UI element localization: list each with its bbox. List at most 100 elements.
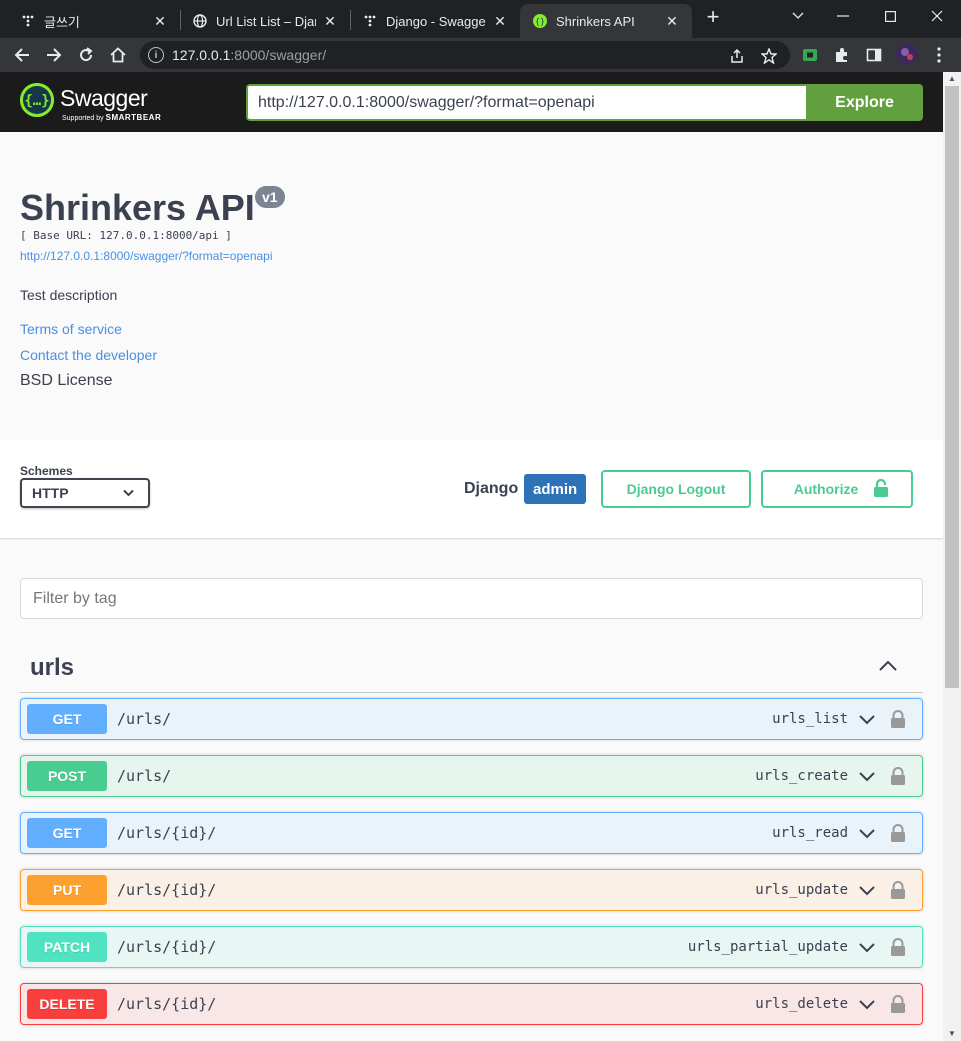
operation-path: /urls/ (117, 710, 172, 728)
swagger-logo-icon[interactable]: {…} (20, 83, 54, 117)
schemes-label: Schemes (20, 464, 73, 478)
api-title: Shrinkers API (20, 187, 255, 228)
url-host: 127.0.0.1 (172, 47, 231, 63)
chevron-up-icon[interactable] (877, 655, 899, 677)
chevron-down-icon[interactable] (858, 825, 876, 843)
close-icon[interactable]: ✕ (152, 13, 168, 30)
browser-toolbar: i 127.0.0.1 :8000/swagger/ (0, 38, 961, 72)
chevron-down-icon[interactable] (858, 996, 876, 1014)
new-tab-button[interactable]: + (702, 6, 724, 28)
window-close-icon[interactable] (914, 0, 960, 32)
operation-path: /urls/{id}/ (117, 824, 217, 842)
browser-tab[interactable]: 글쓰기 ✕ (8, 4, 180, 38)
scrollbar-thumb[interactable] (945, 86, 959, 688)
django-label: Django (464, 480, 519, 497)
lock-icon[interactable] (890, 995, 906, 1013)
spec-link[interactable]: http://127.0.0.1:8000/swagger/?format=op… (20, 249, 273, 263)
operation-id: urls_delete (755, 996, 848, 1012)
operation-id: urls_partial_update (687, 939, 848, 955)
operation-id: urls_list (772, 711, 848, 727)
profile-avatar-icon[interactable] (896, 43, 918, 65)
lock-icon[interactable] (890, 938, 906, 956)
tab-title: Shrinkers API (556, 13, 635, 29)
more-vert-icon[interactable] (930, 46, 948, 64)
operation-path: /urls/ (117, 767, 172, 785)
chevron-down-icon[interactable] (858, 711, 876, 729)
address-bar[interactable]: i 127.0.0.1 :8000/swagger/ (140, 41, 790, 69)
operation-put-urls-update[interactable]: PUT /urls/{id}/ urls_update (20, 869, 923, 911)
site-info-icon[interactable]: i (148, 47, 164, 63)
tag-section-header[interactable]: urls (20, 643, 923, 693)
method-badge: GET (27, 704, 107, 734)
minimize-icon[interactable] (820, 0, 866, 32)
operation-path: /urls/{id}/ (117, 881, 217, 899)
license-text: BSD License (20, 372, 113, 389)
operation-get-urls-list[interactable]: GET /urls/ urls_list (20, 698, 923, 740)
version-badge: v1 (255, 186, 285, 208)
unlocked-icon (874, 478, 889, 500)
close-icon[interactable]: ✕ (664, 13, 680, 30)
bookmark-star-icon[interactable] (760, 47, 778, 65)
method-badge: DELETE (27, 989, 107, 1019)
scroll-up-arrow-icon[interactable]: ▲ (943, 72, 961, 86)
lock-icon[interactable] (890, 767, 906, 785)
svg-text:{}: {} (535, 17, 545, 26)
method-badge: PATCH (27, 932, 107, 962)
globe-icon (192, 13, 208, 29)
chevron-down-icon[interactable] (858, 939, 876, 957)
lock-icon[interactable] (890, 710, 906, 728)
operation-post-urls-create[interactable]: POST /urls/ urls_create (20, 755, 923, 797)
forward-arrow-icon[interactable] (41, 42, 67, 68)
schemes-select[interactable]: HTTP (20, 478, 150, 508)
authorize-button[interactable]: Authorize (761, 470, 913, 508)
method-badge: GET (27, 818, 107, 848)
api-description: Test description (20, 287, 118, 303)
tistory-icon (362, 13, 378, 29)
operation-id: urls_create (755, 768, 848, 784)
supported-by-prefix: Supported by (62, 115, 104, 122)
browser-tab[interactable]: Django - Swagger ✕ (350, 4, 520, 38)
share-icon[interactable] (728, 47, 746, 65)
close-icon[interactable]: ✕ (322, 13, 338, 30)
chevron-down-icon[interactable] (858, 768, 876, 786)
maximize-icon[interactable] (867, 0, 913, 32)
explore-button[interactable]: Explore (806, 84, 923, 121)
operation-delete-urls-delete[interactable]: DELETE /urls/{id}/ urls_delete (20, 983, 923, 1025)
operation-get-urls-read[interactable]: GET /urls/{id}/ urls_read (20, 812, 923, 854)
svg-text:{…}: {…} (24, 93, 49, 109)
scheme-container: Schemes HTTP Django admin Django Logout … (0, 440, 943, 538)
filter-by-tag-input[interactable] (20, 578, 923, 619)
lock-icon[interactable] (890, 824, 906, 842)
home-icon[interactable] (105, 42, 131, 68)
close-icon[interactable]: ✕ (492, 13, 508, 30)
spec-url-input[interactable] (246, 84, 806, 121)
chevron-down-icon[interactable] (775, 0, 821, 32)
operation-patch-urls-partial-update[interactable]: PATCH /urls/{id}/ urls_partial_update (20, 926, 923, 968)
base-url: [ Base URL: 127.0.0.1:8000/api ] (20, 229, 232, 242)
operation-id: urls_update (755, 882, 848, 898)
reload-icon[interactable] (73, 42, 99, 68)
chevron-down-icon[interactable] (858, 882, 876, 900)
extensions-puzzle-icon[interactable] (833, 46, 851, 64)
tag-name: urls (30, 654, 75, 681)
operation-path: /urls/{id}/ (117, 938, 217, 956)
operation-id: urls_read (772, 825, 848, 841)
operation-path: /urls/{id}/ (117, 995, 217, 1013)
contact-developer-link[interactable]: Contact the developer (20, 347, 157, 363)
terms-of-service-link[interactable]: Terms of service (20, 321, 122, 337)
url-path: :8000/swagger/ (230, 47, 327, 63)
page-scrollbar[interactable]: ▲ ▼ (943, 72, 961, 1041)
swagger-brand[interactable]: Swagger (60, 85, 148, 112)
lock-icon[interactable] (890, 881, 906, 899)
swagger-topbar: {…} Swagger Supported by SMARTBEAR Explo… (0, 72, 943, 132)
scroll-down-arrow-icon[interactable]: ▼ (943, 1027, 961, 1041)
extension-green-icon[interactable] (801, 46, 819, 64)
browser-tab[interactable]: Url List List – Djang ✕ (180, 4, 350, 38)
browser-tab-active[interactable]: {} Shrinkers API ✕ (520, 4, 692, 38)
side-panel-icon[interactable] (865, 46, 883, 64)
back-arrow-icon[interactable] (9, 42, 35, 68)
authorize-label: Authorize (793, 481, 859, 497)
swagger-favicon-icon: {} (532, 13, 548, 29)
tab-title: Url List List – Djang (216, 13, 316, 29)
django-logout-button[interactable]: Django Logout (601, 470, 751, 508)
